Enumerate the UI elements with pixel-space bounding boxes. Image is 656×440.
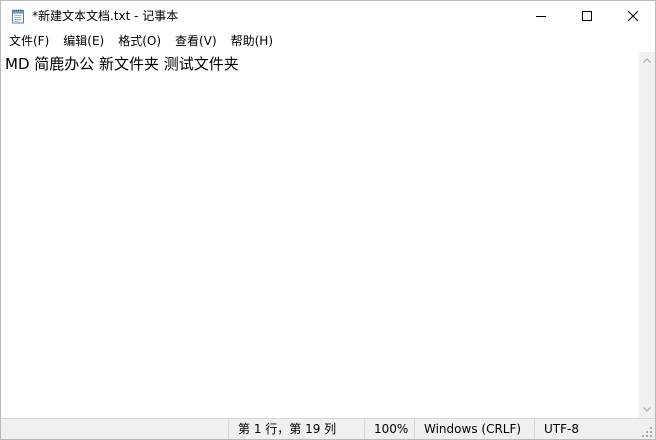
minimize-button[interactable] [518,1,564,31]
title-bar[interactable]: *新建文本文档.txt - 记事本 [1,1,655,31]
status-line-ending: Windows (CRLF) [414,419,534,439]
resize-grip-icon[interactable] [641,426,653,438]
menu-format[interactable]: 格式(O) [111,31,168,51]
notepad-window: *新建文本文档.txt - 记事本 文件(F) 编辑(E) 格式(O) 查看(V… [0,0,656,440]
menu-edit[interactable]: 编辑(E) [56,31,111,51]
editor-content[interactable]: MD 简鹿办公 新文件夹 测试文件夹 [5,54,239,74]
close-icon [628,11,638,21]
status-bar: 第 1 行，第 19 列 100% Windows (CRLF) UTF-8 [1,418,655,439]
status-cursor-position: 第 1 行，第 19 列 [228,419,364,439]
menu-bar: 文件(F) 编辑(E) 格式(O) 查看(V) 帮助(H) [1,31,655,51]
text-editor[interactable]: MD 简鹿办公 新文件夹 测试文件夹 [1,52,639,417]
maximize-button[interactable] [564,1,610,31]
vertical-scrollbar[interactable] [639,52,655,418]
menu-file[interactable]: 文件(F) [1,31,56,51]
menu-view[interactable]: 查看(V) [168,31,224,51]
status-zoom: 100% [364,419,414,439]
window-title: *新建文本文档.txt - 记事本 [32,9,179,23]
minimize-icon [536,11,546,21]
scroll-down-icon[interactable] [639,401,655,418]
maximize-icon [582,11,592,21]
close-button[interactable] [610,1,655,31]
status-encoding: UTF-8 [534,419,638,439]
notepad-icon[interactable] [10,8,26,24]
menu-help[interactable]: 帮助(H) [224,31,280,51]
scroll-up-icon[interactable] [639,52,655,69]
